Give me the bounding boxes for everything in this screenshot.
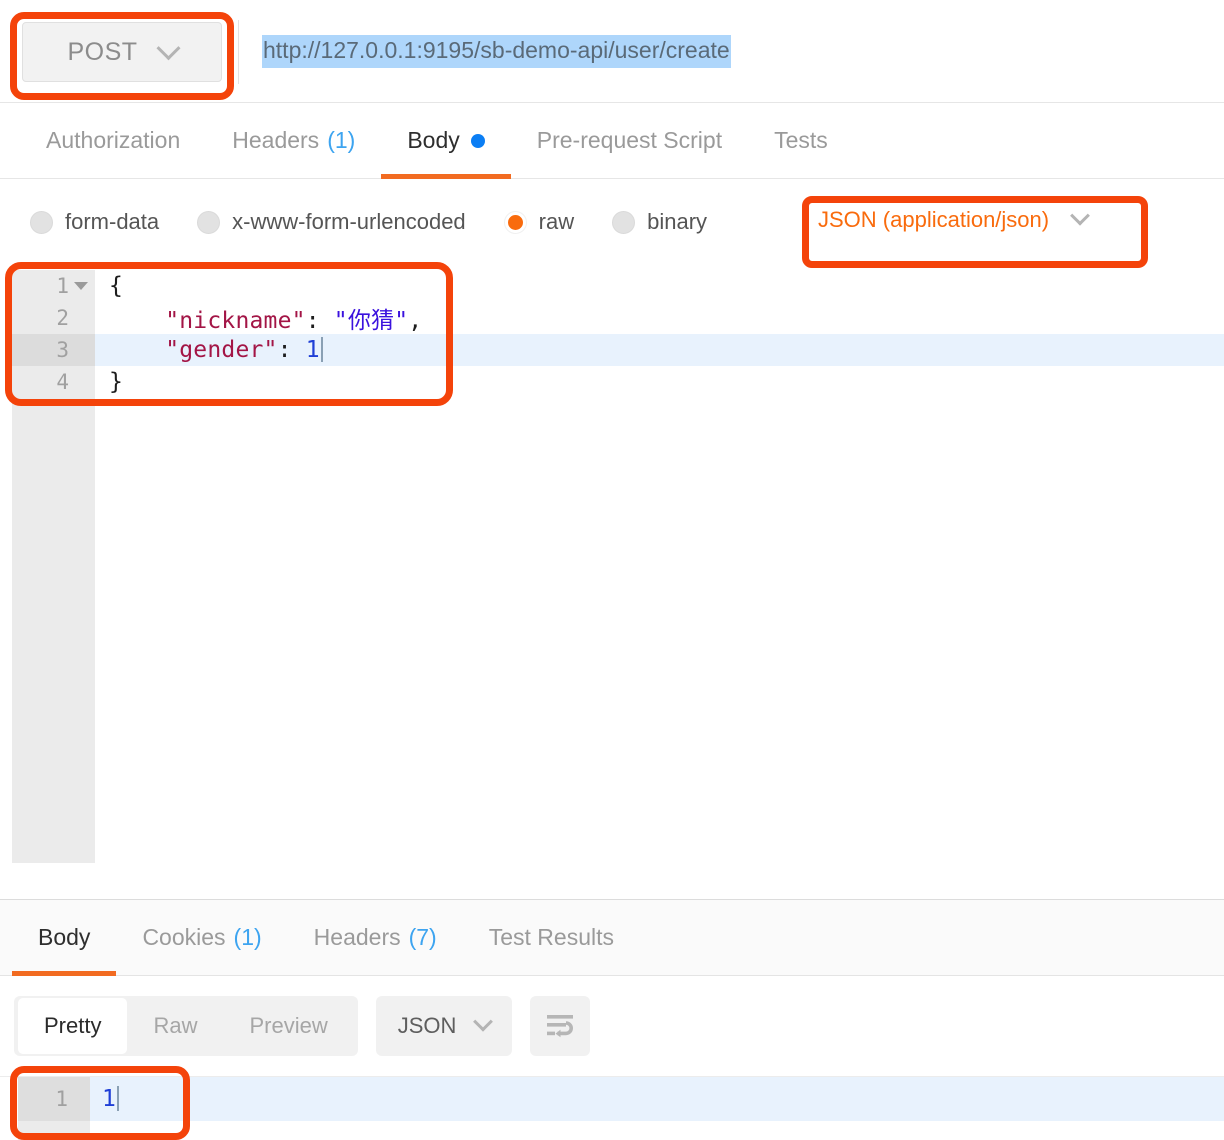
radio-raw[interactable]: raw bbox=[503, 209, 575, 235]
code-line[interactable]: 2 "nickname": "你猜", bbox=[12, 302, 1224, 334]
content-type-label: JSON (application/json) bbox=[818, 207, 1050, 232]
code-line-active[interactable]: 3 "gender": 1 bbox=[12, 334, 1224, 366]
url-text-selected: http://127.0.0.1:9195/sb-demo-api/user/c… bbox=[262, 34, 731, 68]
tab-body-label: Body bbox=[407, 127, 460, 153]
wrap-lines-button[interactable] bbox=[530, 996, 591, 1056]
view-mode-preview-label: Preview bbox=[249, 1013, 328, 1038]
response-tab-body[interactable]: Body bbox=[12, 900, 117, 976]
content-type-dropdown[interactable]: JSON (application/json) bbox=[818, 205, 1091, 233]
json-comma: , bbox=[408, 308, 423, 334]
method-url-divider bbox=[238, 20, 239, 84]
radio-raw-icon-selected bbox=[503, 210, 527, 234]
radio-x-www-form-urlencoded[interactable]: x-www-form-urlencoded bbox=[197, 209, 466, 235]
tab-pre-request-script-label: Pre-request Script bbox=[536, 127, 723, 153]
http-method-selector[interactable]: POST bbox=[22, 22, 222, 82]
response-tab-bar: Body Cookies (1) Headers (7) Test Result… bbox=[0, 900, 1224, 976]
response-tab-cookies-label: Cookies bbox=[142, 924, 226, 950]
tab-authorization[interactable]: Authorization bbox=[20, 103, 206, 179]
view-mode-raw-label: Raw bbox=[153, 1013, 198, 1038]
tab-tests-label: Tests bbox=[774, 127, 828, 153]
tab-pre-request-script[interactable]: Pre-request Script bbox=[511, 103, 748, 179]
line-number: 2 bbox=[12, 302, 95, 334]
code-text: { bbox=[109, 273, 124, 299]
response-code-text: 1 bbox=[90, 1086, 119, 1112]
chevron-down-icon bbox=[473, 1011, 494, 1032]
response-format-dropdown[interactable]: JSON bbox=[375, 996, 513, 1056]
text-cursor bbox=[116, 1086, 119, 1111]
response-value: 1 bbox=[102, 1086, 116, 1112]
tab-authorization-label: Authorization bbox=[46, 127, 181, 153]
radio-x-www-form-urlencoded-icon bbox=[197, 210, 221, 234]
json-separator: : bbox=[277, 337, 306, 363]
response-format-label: JSON bbox=[397, 1013, 457, 1038]
code-text: "gender": 1 bbox=[95, 337, 323, 363]
response-tab-headers-label: Headers bbox=[313, 924, 401, 950]
body-modified-dot-icon bbox=[470, 133, 485, 148]
radio-raw-label: raw bbox=[538, 209, 575, 234]
chevron-down-icon bbox=[156, 35, 181, 60]
response-tab-test-results-label: Test Results bbox=[488, 924, 614, 950]
radio-form-data[interactable]: form-data bbox=[30, 209, 159, 235]
code-text: "nickname": "你猜", bbox=[95, 301, 422, 335]
tab-body[interactable]: Body bbox=[381, 103, 512, 179]
tab-headers-label: Headers bbox=[232, 127, 320, 153]
line-number: 3 bbox=[12, 334, 95, 366]
code-line[interactable]: 1 { bbox=[12, 270, 1224, 302]
request-body-editor[interactable]: 1 { 2 "nickname": "你猜", 3 "gender": 1 4 … bbox=[12, 270, 1224, 878]
response-line-number: 1 bbox=[18, 1077, 90, 1121]
response-toolbar: Pretty Raw Preview JSON bbox=[0, 976, 1224, 1076]
chevron-down-icon bbox=[1070, 205, 1091, 226]
code-text: } bbox=[109, 369, 124, 395]
editor-horizontal-scrollbar[interactable] bbox=[12, 863, 1224, 878]
radio-form-data-icon bbox=[30, 210, 53, 234]
fold-triangle-icon[interactable] bbox=[74, 282, 88, 290]
response-tab-body-label: Body bbox=[38, 924, 91, 950]
response-tab-headers-count: (7) bbox=[408, 924, 437, 950]
radio-form-data-label: form-data bbox=[65, 209, 160, 234]
json-key: "gender" bbox=[165, 337, 278, 363]
radio-binary-icon bbox=[612, 210, 636, 234]
json-string-value: "你猜" bbox=[333, 308, 409, 334]
wrap-text-icon bbox=[547, 1015, 574, 1038]
radio-binary[interactable]: binary bbox=[612, 209, 707, 235]
view-mode-pretty[interactable]: Pretty bbox=[18, 998, 128, 1054]
tab-headers-count: (1) bbox=[327, 127, 356, 153]
tab-tests[interactable]: Tests bbox=[748, 103, 854, 179]
json-number-value: 1 bbox=[305, 337, 320, 363]
response-tab-headers[interactable]: Headers (7) bbox=[288, 900, 463, 976]
code-line[interactable]: 4 } bbox=[12, 366, 1224, 398]
view-mode-pretty-label: Pretty bbox=[44, 1013, 102, 1038]
request-tab-bar: Authorization Headers (1) Body Pre-reque… bbox=[0, 103, 1224, 179]
tab-headers[interactable]: Headers (1) bbox=[206, 103, 381, 179]
request-response-splitter[interactable] bbox=[0, 878, 1224, 900]
json-key: "nickname" bbox=[165, 308, 306, 334]
radio-x-www-form-urlencoded-label: x-www-form-urlencoded bbox=[232, 209, 466, 234]
http-method-label: POST bbox=[67, 37, 138, 66]
response-tab-cookies-count: (1) bbox=[233, 924, 262, 950]
url-input[interactable]: http://127.0.0.1:9195/sb-demo-api/user/c… bbox=[262, 22, 1192, 80]
view-mode-raw[interactable]: Raw bbox=[127, 998, 223, 1054]
radio-binary-label: binary bbox=[647, 209, 708, 234]
json-separator: : bbox=[305, 308, 334, 334]
response-view-mode-group: Pretty Raw Preview bbox=[14, 996, 358, 1056]
url-bar: POST http://127.0.0.1:9195/sb-demo-api/u… bbox=[0, 0, 1224, 103]
response-code-line[interactable]: 1 1 bbox=[18, 1077, 1224, 1121]
response-tab-cookies[interactable]: Cookies (1) bbox=[116, 900, 287, 976]
postman-request-response-view: POST http://127.0.0.1:9195/sb-demo-api/u… bbox=[0, 0, 1224, 1140]
response-body-viewer[interactable]: 1 1 bbox=[0, 1076, 1224, 1140]
view-mode-preview[interactable]: Preview bbox=[223, 998, 353, 1054]
text-cursor bbox=[320, 337, 323, 362]
line-number: 4 bbox=[12, 366, 95, 398]
response-tab-test-results[interactable]: Test Results bbox=[463, 900, 640, 976]
